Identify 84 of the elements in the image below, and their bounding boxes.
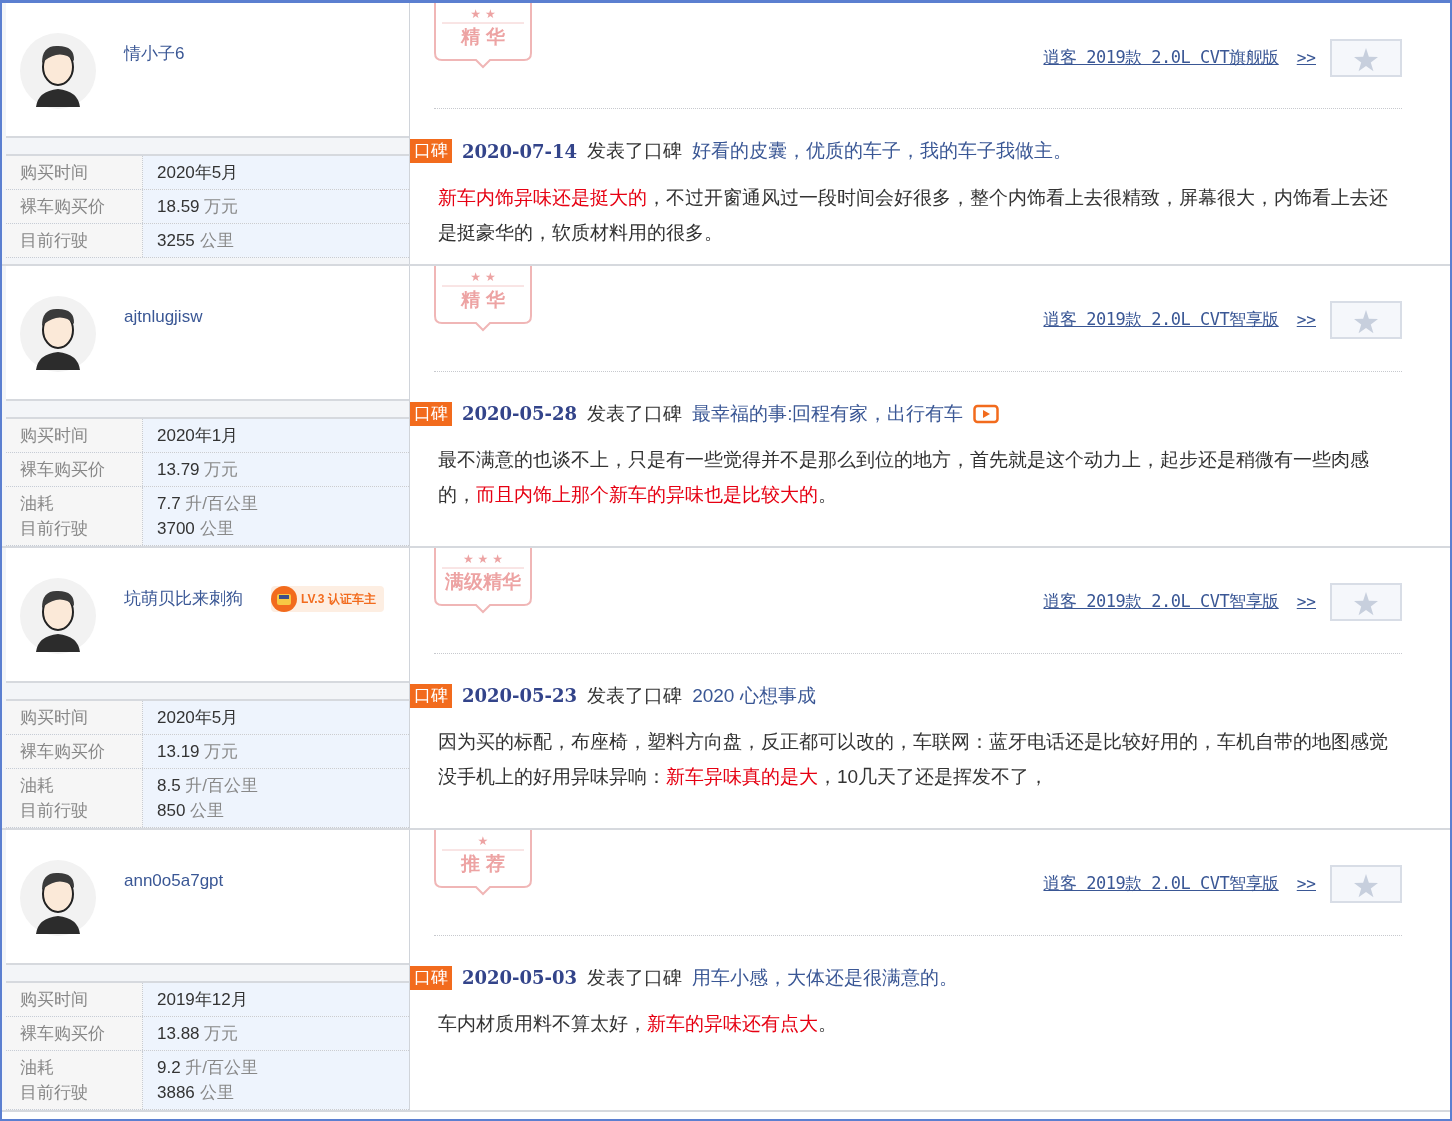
review-title-link[interactable]: 好看的皮囊，优质的车子，我的车子我做主。	[692, 137, 1073, 166]
avatar-icon	[20, 295, 96, 372]
review-tag: 口碑	[410, 965, 452, 990]
spec-value: 7.7 升/百公里	[157, 492, 260, 515]
spec-value: 3700 公里	[157, 517, 235, 540]
review-text: 新车内饰异味还是挺大的，不过开窗通风过一段时间会好很多，整个内饰看上去很精致，屏幕很大，内饰看上去还是挺豪华的，软质材料用的很多。	[438, 185, 1389, 245]
user-name[interactable]: 情小子6	[124, 41, 185, 67]
spec-value: 13.79 万元	[157, 458, 240, 481]
review-title-link[interactable]: 用车小感，大体还是很满意的。	[692, 963, 959, 992]
spec-value: 850 公里	[157, 799, 226, 822]
spec-value: 8.5 升/百公里	[157, 774, 260, 797]
car-icon	[271, 585, 297, 612]
post-date: 2020-07-14	[462, 139, 578, 164]
spec-value: 13.88 万元	[157, 1022, 240, 1045]
more-link[interactable]: >>	[1296, 590, 1316, 614]
favorite-star-button[interactable]	[1330, 301, 1402, 339]
spec-label: 目前行驶	[20, 799, 89, 822]
favorite-star-button[interactable]	[1330, 583, 1402, 621]
user-name[interactable]: ann0o5a7gpt	[124, 867, 224, 893]
spec-label: 购买时间	[20, 162, 89, 184]
spec-label: 目前行驶	[20, 1081, 89, 1104]
stamp-stars: ★	[477, 833, 489, 848]
stamp-label: 精 华	[461, 287, 505, 312]
review-tag: 口碑	[410, 401, 452, 426]
spec-value: 3255 公里	[157, 230, 235, 252]
more-link[interactable]: >>	[1296, 872, 1316, 896]
spec-value: 2019年12月	[157, 988, 249, 1011]
avatar-icon	[20, 859, 96, 936]
review-title-link[interactable]: 最幸福的事:回程有家，出行有车	[692, 399, 964, 428]
more-link[interactable]: >>	[1296, 45, 1316, 70]
spec-label: 裸车购买价	[20, 196, 106, 218]
spec-value: 3886 公里	[157, 1081, 235, 1104]
post-date: 2020-05-23	[462, 684, 578, 709]
car-model-link[interactable]: 逍客 2019款 2.0L CVT智享版	[1043, 589, 1279, 615]
avatar-icon	[20, 33, 96, 109]
car-model-link[interactable]: 逍客 2019款 2.0L CVT智享版	[1043, 871, 1279, 897]
spec-label: 裸车购买价	[20, 1022, 106, 1045]
spec-label: 油耗	[20, 774, 55, 797]
more-link[interactable]: >>	[1296, 308, 1316, 332]
user-name[interactable]: ajtnlugjisw	[124, 303, 203, 329]
spec-label: 购买时间	[20, 988, 89, 1011]
spec-label: 购买时间	[20, 706, 89, 729]
stamp-stars: ★ ★	[470, 269, 496, 284]
spec-value: 13.19 万元	[157, 740, 240, 763]
car-model-link[interactable]: 逍客 2019款 2.0L CVT智享版	[1043, 307, 1279, 333]
stamp-stars: ★ ★	[470, 7, 496, 21]
spec-value: 2020年5月	[157, 706, 240, 729]
star-icon	[1354, 47, 1378, 72]
action-text: 发表了口碑	[587, 965, 683, 990]
favorite-star-button[interactable]	[1330, 865, 1402, 903]
review-text: 最不满意的也谈不上，只是有一些觉得并不是那么到位的地方，首先就是这个动力上，起步还是稍微有一些肉感的，而且内饰上那个新车的异味也是比较大的。	[438, 448, 1370, 507]
review-text: 车内材质用料不算太好，新车的异味还有点大。	[438, 1012, 838, 1036]
review-text: 因为买的标配，布座椅，塑料方向盘，反正都可以改的，车联网：蓝牙电话还是比较好用的，车机自带的地图感觉没手机上的好用异味异响：新车异味真的是大，10几天了还是挥发不了，	[438, 730, 1389, 789]
favorite-star-button[interactable]	[1330, 38, 1402, 77]
spec-label: 目前行驶	[20, 517, 89, 540]
car-model-link[interactable]: 逍客 2019款 2.0L CVT旗舰版	[1043, 44, 1279, 71]
post-date: 2020-05-03	[462, 966, 578, 991]
post-date: 2020-05-28	[462, 402, 578, 427]
stamp-label: 精 华	[461, 25, 505, 49]
spec-label: 购买时间	[20, 424, 89, 447]
star-icon	[1354, 310, 1378, 335]
review-tag: 口碑	[410, 139, 452, 164]
review-tag: 口碑	[410, 683, 452, 708]
star-icon	[1354, 874, 1378, 899]
spec-label: 油耗	[20, 492, 55, 515]
review-title-link[interactable]: 2020 心想事成	[692, 681, 816, 710]
spec-label: 裸车购买价	[20, 740, 106, 763]
stamp-stars: ★ ★ ★	[463, 551, 503, 566]
spec-value: 2020年5月	[157, 162, 240, 184]
user-name[interactable]: 坑萌贝比来刺狗	[124, 585, 243, 611]
action-text: 发表了口碑	[587, 683, 683, 708]
spec-label: 目前行驶	[20, 230, 89, 252]
spec-value: 18.59 万元	[157, 196, 240, 218]
action-text: 发表了口碑	[587, 139, 683, 163]
star-icon	[1354, 592, 1378, 617]
spec-value: 9.2 升/百公里	[157, 1056, 260, 1079]
stamp-label: 满级精华	[445, 569, 521, 594]
certified-owner-badge: LV.3 认证车主	[271, 585, 384, 612]
spec-value: 2020年1月	[157, 424, 240, 447]
avatar-icon	[20, 577, 96, 654]
stamp-label: 推 荐	[461, 851, 505, 876]
spec-label: 油耗	[20, 1056, 55, 1079]
action-text: 发表了口碑	[587, 401, 683, 426]
spec-label: 裸车购买价	[20, 458, 106, 481]
